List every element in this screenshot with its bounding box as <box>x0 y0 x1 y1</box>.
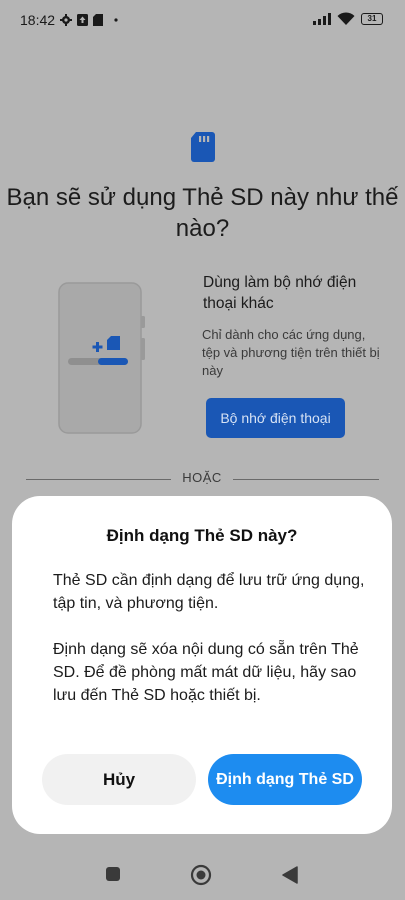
back-icon[interactable] <box>282 866 298 884</box>
cancel-button[interactable]: Hủy <box>42 754 196 805</box>
recents-icon[interactable] <box>105 866 121 882</box>
dialog-paragraph-1: Thẻ SD cần định dạng để lưu trữ ứng dụng… <box>53 572 365 612</box>
navigation-bar <box>0 850 405 900</box>
status-time: 18:42 <box>20 12 56 28</box>
divider-right <box>233 479 379 480</box>
format-dialog: Định dạng Thẻ SD này? Thẻ SD cần định dạ… <box>12 496 392 834</box>
dialog-body: Thẻ SD cần định dạng để lưu trữ ứng dụng… <box>53 569 373 707</box>
option-description: Chỉ dành cho các ứng dụng, tệp và phương… <box>202 327 380 378</box>
divider-left <box>26 479 171 480</box>
wifi-icon <box>337 12 355 25</box>
battery-icon: 31 <box>361 12 383 25</box>
status-bar: 18:42 31 <box>0 0 405 40</box>
home-icon[interactable] <box>190 864 212 886</box>
gear-icon <box>60 14 73 26</box>
dialog-paragraph-2: Định dạng sẽ xóa nội dung có sẵn trên Th… <box>53 641 359 704</box>
divider-label: HOẶC <box>182 470 222 485</box>
status-right: 31 <box>313 12 383 25</box>
option-title: Dùng làm bộ nhớ điện thoại khác <box>203 274 357 312</box>
page-title: Bạn sẽ sử dụng Thẻ SD này như thế nào? <box>6 184 399 242</box>
format-sd-button[interactable]: Định dạng Thẻ SD <box>208 754 362 805</box>
sd-card-icon <box>93 14 104 26</box>
status-left: 18:42 <box>20 12 118 28</box>
sd-card-icon <box>190 132 216 167</box>
dialog-title: Định dạng Thẻ SD này? <box>106 526 298 545</box>
signal-icon <box>313 12 331 25</box>
phone-storage-button[interactable]: Bộ nhớ điện thoại <box>206 398 345 438</box>
upload-box-icon <box>77 14 89 26</box>
phone-illustration <box>58 282 148 439</box>
dot-icon <box>114 18 118 22</box>
